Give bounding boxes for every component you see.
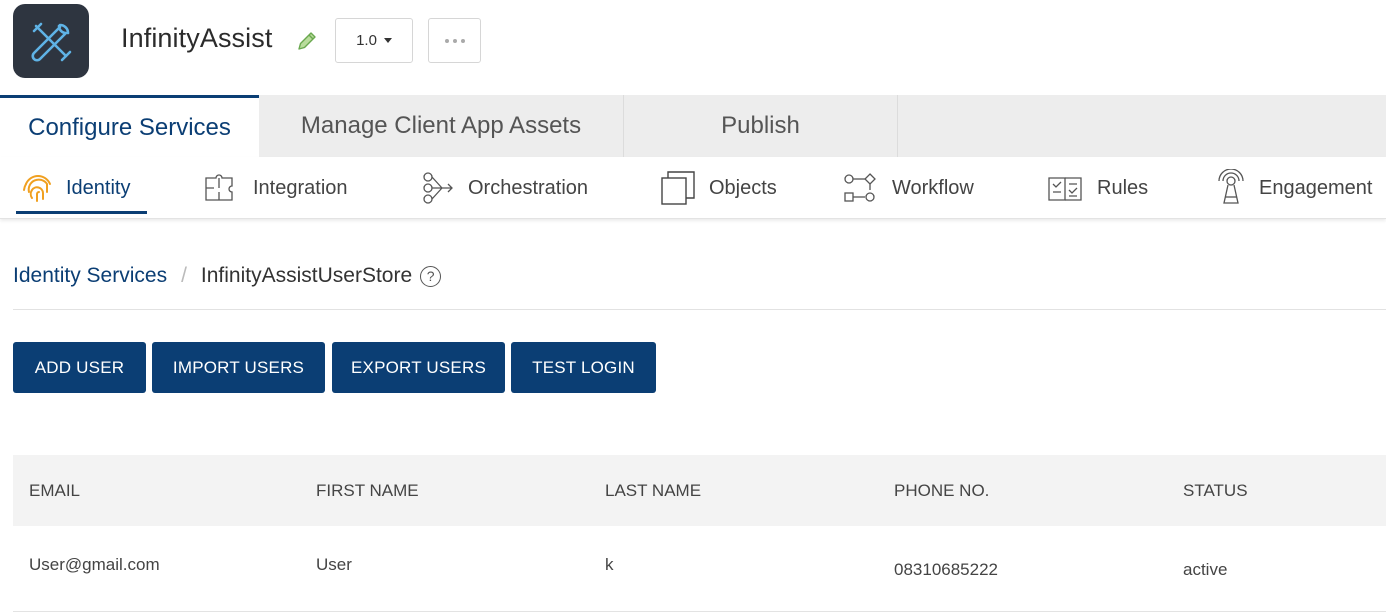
breadcrumb-separator: /	[181, 264, 187, 287]
column-header-email[interactable]: EMAIL	[29, 455, 80, 526]
subtab-label: Orchestration	[468, 176, 589, 199]
test-login-button[interactable]: TEST LOGIN	[511, 342, 656, 393]
cell-last-name: k	[605, 555, 614, 574]
tab-label: Configure Services	[28, 113, 231, 141]
rules-book-icon	[1048, 177, 1082, 201]
cell-phone: 08310685222	[894, 560, 999, 579]
import-users-button[interactable]: IMPORT USERS	[152, 342, 325, 393]
subtab-identity[interactable]: Identity	[20, 157, 130, 219]
help-icon[interactable]: ?	[420, 265, 442, 287]
column-header-phone[interactable]: PHONE NO.	[894, 455, 989, 526]
orchestration-icon	[423, 172, 453, 204]
section-divider	[13, 309, 1386, 310]
subtab-label: Integration	[253, 176, 348, 199]
tools-icon	[13, 4, 89, 78]
subtab-rules[interactable]: Rules	[1047, 157, 1148, 219]
tab-configure-services[interactable]: Configure Services	[0, 95, 259, 157]
subtab-label: Rules	[1097, 176, 1149, 199]
subtab-objects[interactable]: Objects	[659, 157, 777, 219]
subtab-integration[interactable]: Integration	[203, 157, 348, 219]
users-table-header: EMAIL FIRST NAME LAST NAME PHONE NO. STA…	[13, 455, 1386, 526]
cell-first-name: User	[316, 555, 352, 574]
tab-manage-client-app-assets[interactable]: Manage Client App Assets	[259, 95, 624, 157]
subtab-label: Workflow	[892, 176, 974, 199]
more-options-button[interactable]	[428, 18, 481, 63]
tab-label: Manage Client App Assets	[300, 112, 582, 139]
fingerprint-icon	[23, 175, 51, 202]
subtab-workflow[interactable]: Workflow	[842, 157, 974, 219]
table-row[interactable]: User@gmail.com User k 08310685222 active	[13, 526, 1386, 612]
subtab-label: Objects	[709, 176, 777, 199]
workflow-icon	[844, 173, 876, 202]
cell-status: active	[1183, 560, 1228, 579]
tab-publish[interactable]: Publish	[624, 95, 898, 157]
top-tab-bar: Configure Services Manage Client App Ass…	[0, 95, 1386, 157]
subtab-orchestration[interactable]: Orchestration	[420, 157, 588, 219]
pencil-edit-icon[interactable]	[296, 30, 318, 52]
puzzle-icon	[205, 174, 233, 201]
active-subtab-indicator	[16, 211, 147, 214]
ellipsis-icon	[444, 38, 449, 43]
column-header-status[interactable]: STATUS	[1183, 455, 1248, 526]
version-select[interactable]: 1.0	[335, 18, 413, 63]
subtab-engagement[interactable]: Engagement	[1213, 157, 1372, 219]
export-users-button[interactable]: EXPORT USERS	[332, 342, 505, 393]
app-header: InfinityAssist 1.0	[0, 0, 1386, 95]
cell-email: User@gmail.com	[29, 555, 160, 574]
breadcrumb-identity-services-link[interactable]: Identity Services	[13, 264, 167, 288]
version-value: 1.0	[356, 32, 377, 49]
tab-label: Publish	[721, 112, 800, 139]
objects-icon	[661, 171, 695, 205]
add-user-button[interactable]: ADD USER	[13, 342, 146, 393]
subtab-label: Engagement	[1259, 176, 1373, 199]
caret-down-icon	[383, 38, 392, 43]
breadcrumb-current: InfinityAssistUserStore	[200, 264, 413, 287]
column-header-last-name[interactable]: LAST NAME	[605, 455, 701, 526]
engagement-icon	[1218, 169, 1244, 204]
subtab-label: Identity	[66, 176, 131, 199]
column-header-first-name[interactable]: FIRST NAME	[316, 455, 419, 526]
app-title: InfinityAssist	[121, 23, 273, 53]
service-sub-tab-bar: Identity Integration Orchestration Objec…	[0, 157, 1386, 219]
breadcrumb: Identity Services / InfinityAssistUserSt…	[13, 260, 442, 292]
